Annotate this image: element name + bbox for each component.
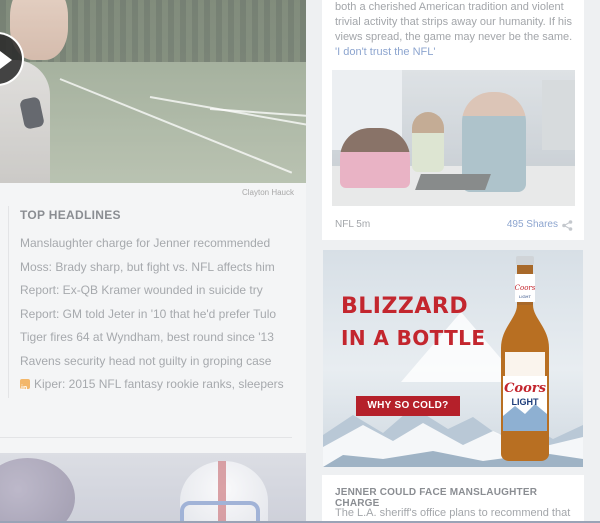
image-overlay [0, 453, 306, 523]
insider-icon [20, 377, 30, 401]
ad-headline: BLIZZARD [341, 294, 469, 319]
story-title[interactable]: JENNER COULD FACE MANSLAUGHTER CHARGE [335, 487, 584, 509]
bottle-label-sub: LIGHT [512, 397, 539, 407]
headline-link[interactable]: Report: GM told Jeter in '10 that he'd p… [20, 303, 300, 327]
story-thumbnail[interactable] [0, 453, 306, 523]
left-column: Clayton Hauck TOP HEADLINES Manslaughter… [0, 0, 306, 523]
headline-link[interactable]: Ravens security head not guilty in gropi… [20, 350, 300, 374]
beer-bottle: Coors LIGHT Coors LIGHT [501, 256, 549, 461]
headline-text[interactable]: Ravens security head not guilty in gropi… [20, 354, 271, 368]
story-excerpt: both a cherished American tradition and … [335, 0, 575, 60]
bottle-label-brand: Coors [504, 381, 547, 396]
headline-link[interactable]: Manslaughter charge for Jenner recommend… [20, 232, 300, 256]
story-excerpt: The L.A. sheriff's office plans to recom… [335, 507, 571, 519]
coors-light-ad[interactable]: BLIZZARD IN A BOTTLE WHY SO COLD? Coors … [323, 250, 583, 467]
headline-text[interactable]: Tiger fires 64 at Wyndham, best round si… [20, 330, 274, 344]
story-card[interactable]: JENNER COULD FACE MANSLAUGHTER CHARGE Th… [322, 475, 584, 523]
story-link[interactable]: 'I don't trust the NFL' [335, 46, 435, 58]
headline-text[interactable]: Report: GM told Jeter in '10 that he'd p… [20, 307, 276, 321]
image-overlay [0, 0, 306, 183]
headline-list: Manslaughter charge for Jenner recommend… [20, 232, 300, 401]
ad-cta-button[interactable]: WHY SO COLD? [356, 396, 460, 416]
hero-video-thumbnail[interactable] [0, 0, 306, 183]
story-meta: NFL 5m [335, 219, 371, 230]
headline-text[interactable]: Report: Ex-QB Kramer wounded in suicide … [20, 283, 263, 297]
share-count[interactable]: 495 Shares [507, 219, 558, 230]
story-photo[interactable] [332, 70, 575, 206]
bottle-neck-brand: Coors [515, 284, 536, 292]
bottle-neck-sub: LIGHT [519, 294, 531, 299]
top-headlines-module: TOP HEADLINES Manslaughter charge for Je… [0, 198, 306, 401]
section-title: TOP HEADLINES [20, 208, 121, 222]
headline-link[interactable]: Tiger fires 64 at Wyndham, best round si… [20, 326, 300, 350]
headline-link[interactable]: Moss: Brady sharp, but fight vs. NFL aff… [20, 256, 300, 280]
photo-credit: Clayton Hauck [241, 188, 294, 197]
headline-text[interactable]: Moss: Brady sharp, but fight vs. NFL aff… [20, 260, 275, 274]
story-text: both a cherished American tradition and … [335, 1, 573, 43]
ad-subheadline: IN A BOTTLE [341, 326, 486, 350]
headline-link[interactable]: Kiper: 2015 NFL fantasy rookie ranks, sl… [20, 373, 300, 401]
headline-link[interactable]: Report: Ex-QB Kramer wounded in suicide … [20, 279, 300, 303]
image-overlay [332, 70, 575, 206]
divider [0, 437, 292, 438]
right-column: both a cherished American tradition and … [322, 0, 584, 523]
vertical-rule [8, 206, 9, 398]
story-card: both a cherished American tradition and … [322, 0, 584, 240]
headline-text[interactable]: Manslaughter charge for Jenner recommend… [20, 236, 270, 250]
share-icon[interactable] [562, 220, 573, 231]
headline-text[interactable]: Kiper: 2015 NFL fantasy rookie ranks, sl… [34, 377, 284, 391]
